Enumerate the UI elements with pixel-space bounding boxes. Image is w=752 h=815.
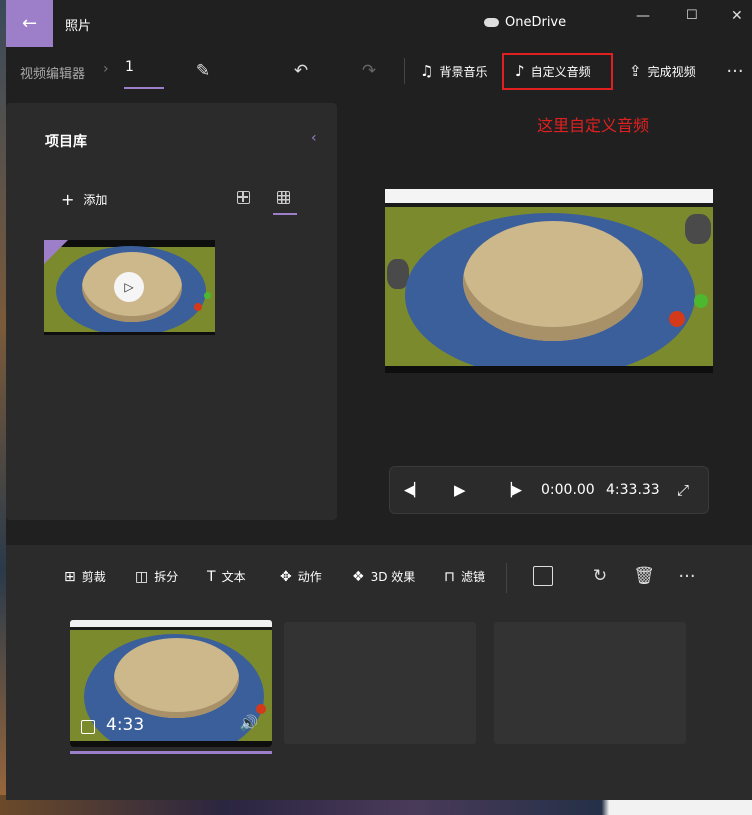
more-icon[interactable]: ··· xyxy=(724,60,746,82)
close-button[interactable]: ✕ xyxy=(731,8,743,24)
desktop: ← 照片 OneDrive — ☐ ✕ 视频编辑器 › 1 ✎ ↶ ↷ ♫ 背景… xyxy=(0,0,752,815)
preview-bottom-bar xyxy=(385,366,713,373)
image-green-dot xyxy=(204,292,211,299)
preview-game-image xyxy=(385,189,713,373)
trim-label: 剪裁 xyxy=(81,570,106,584)
motion-label: 动作 xyxy=(297,570,322,584)
library-media-thumbnail[interactable]: ▷ xyxy=(44,240,215,335)
preview-rock xyxy=(685,214,711,244)
chevron-right-icon: › xyxy=(103,61,109,77)
add-media-button[interactable]: + 添加 xyxy=(61,190,107,209)
storyboard-more-icon[interactable]: ··· xyxy=(676,565,698,587)
motion-icon: ✥ xyxy=(280,568,292,585)
back-button[interactable]: ← xyxy=(6,0,53,47)
plus-icon: + xyxy=(61,190,75,209)
total-time: 4:33.33 xyxy=(606,482,660,498)
share-export-icon: ⇪ xyxy=(629,62,642,80)
trim-button[interactable]: ⊞ 剪裁 xyxy=(64,568,106,585)
finish-video-label: 完成视频 xyxy=(647,64,696,79)
small-grid-view-icon[interactable] xyxy=(277,191,290,204)
3d-effects-icon: ❖ xyxy=(352,568,365,585)
play-icon[interactable]: ▶ xyxy=(454,481,466,499)
trim-icon: ⊞ xyxy=(64,568,76,585)
rename-pencil-icon[interactable]: ✎ xyxy=(192,60,214,82)
redo-icon[interactable]: ↷ xyxy=(358,60,380,82)
filters-icon: ⊓ xyxy=(444,568,455,585)
text-icon: T xyxy=(207,568,216,585)
onedrive-label: OneDrive xyxy=(505,15,567,30)
app-title: 照片 xyxy=(65,19,92,34)
preview-arena xyxy=(463,221,643,341)
3d-effects-label: 3D 效果 xyxy=(370,570,416,584)
photos-window: ← 照片 OneDrive — ☐ ✕ 视频编辑器 › 1 ✎ ↶ ↷ ♫ 背景… xyxy=(6,0,752,800)
image-red-dot xyxy=(194,303,202,311)
background-music-button[interactable]: ♫ 背景音乐 xyxy=(420,60,487,82)
volume-icon[interactable]: 🔊 xyxy=(238,712,260,734)
library-title: 项目库 xyxy=(45,134,87,150)
empty-storyboard-slot[interactable] xyxy=(494,622,686,744)
clip-selected-underline xyxy=(70,751,272,754)
3d-effects-button[interactable]: ❖ 3D 效果 xyxy=(352,568,415,585)
fullscreen-icon[interactable]: ⤢ xyxy=(677,481,689,499)
current-time: 0:00.00 xyxy=(541,482,595,498)
next-frame-icon[interactable]: ▕▶ xyxy=(502,483,522,498)
breadcrumb-video-editor[interactable]: 视频编辑器 xyxy=(20,63,85,82)
clip-browser-bar xyxy=(70,620,272,630)
collapse-chevron-icon[interactable]: ‹ xyxy=(311,130,317,146)
filters-button[interactable]: ⊓ 滤镜 xyxy=(444,568,485,585)
filters-label: 滤镜 xyxy=(460,570,485,584)
preview-red-button xyxy=(669,311,685,327)
film-strip-icon xyxy=(81,720,95,734)
custom-audio-highlight-box xyxy=(502,53,613,90)
preview-browser-bar xyxy=(385,189,713,207)
large-grid-view-icon[interactable] xyxy=(237,191,250,204)
background-music-label: 背景音乐 xyxy=(439,64,488,79)
project-name[interactable]: 1 xyxy=(125,59,134,75)
onedrive-status[interactable]: OneDrive xyxy=(484,15,566,30)
previous-frame-icon[interactable]: ◀▏ xyxy=(404,483,424,498)
split-button[interactable]: ◫ 拆分 xyxy=(135,568,178,585)
rotate-icon[interactable]: ↻ xyxy=(589,565,611,587)
minimize-button[interactable]: — xyxy=(636,8,650,24)
playback-controls: ◀▏ ▶ ▕▶ 0:00.00 4:33.33 ⤢ xyxy=(389,466,709,514)
annotation-text: 这里自定义音频 xyxy=(537,116,650,135)
play-circle-icon: ▷ xyxy=(114,272,144,302)
image-bottom-bar xyxy=(44,332,215,335)
delete-trash-icon[interactable]: 🗑 xyxy=(633,565,655,587)
clip-arena xyxy=(114,638,239,718)
cloud-icon xyxy=(484,18,499,27)
arrow-left-icon: ← xyxy=(21,13,38,34)
preview-green-button xyxy=(694,294,708,308)
undo-icon[interactable]: ↶ xyxy=(290,60,312,82)
motion-button[interactable]: ✥ 动作 xyxy=(280,568,322,585)
clip-bottom-bar xyxy=(70,741,272,747)
selected-corner-marker xyxy=(44,240,68,264)
view-selected-underline xyxy=(273,213,297,215)
text-button[interactable]: T 文本 xyxy=(207,568,246,585)
split-icon: ◫ xyxy=(135,568,149,585)
clip-duration: 4:33 xyxy=(106,715,145,735)
split-label: 拆分 xyxy=(154,570,179,584)
video-preview[interactable] xyxy=(385,189,713,373)
toolbar-divider xyxy=(404,58,405,84)
empty-storyboard-slot[interactable] xyxy=(284,622,476,744)
finish-video-button[interactable]: ⇪ 完成视频 xyxy=(629,60,696,82)
project-underline xyxy=(124,87,164,89)
storyboard-divider xyxy=(506,563,507,593)
text-label: 文本 xyxy=(221,570,246,584)
crop-bars-icon[interactable] xyxy=(533,566,553,586)
maximize-button[interactable]: ☐ xyxy=(686,8,698,23)
music-note-icon: ♫ xyxy=(420,62,434,80)
add-label: 添加 xyxy=(83,193,108,207)
